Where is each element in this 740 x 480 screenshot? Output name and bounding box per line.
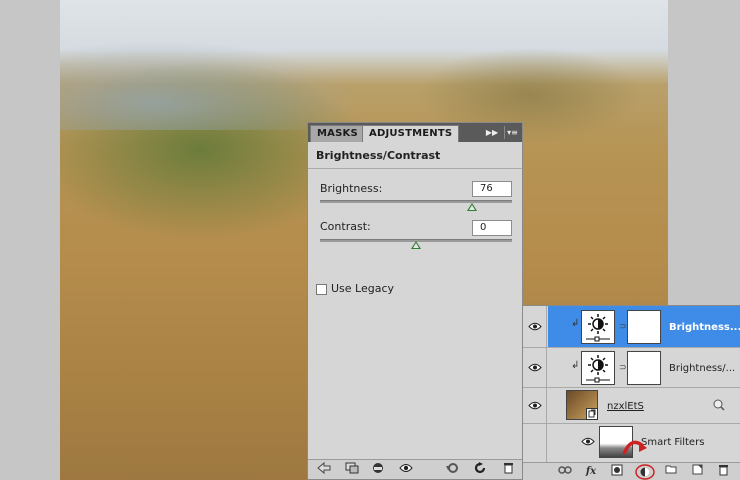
eye-column bbox=[523, 388, 547, 423]
back-arrow-icon[interactable] bbox=[316, 461, 332, 477]
mask-link-icon[interactable]: ⊃ bbox=[619, 362, 627, 374]
use-legacy-checkbox[interactable] bbox=[316, 284, 327, 295]
new-layer-icon[interactable] bbox=[689, 464, 705, 479]
layer-row-brightness-2[interactable]: ↲ ⊃ Brightness/... bbox=[523, 348, 740, 388]
new-group-icon[interactable] bbox=[663, 464, 679, 479]
adjustments-footer bbox=[308, 459, 522, 479]
link-icon[interactable] bbox=[557, 464, 573, 479]
eye-icon[interactable] bbox=[528, 401, 542, 410]
layer-name[interactable]: nzxlEtS bbox=[607, 401, 644, 412]
layer-name[interactable]: Brightness... bbox=[669, 322, 740, 333]
eye-icon[interactable] bbox=[581, 437, 595, 446]
eye-column bbox=[523, 424, 547, 462]
brightness-slider-track[interactable] bbox=[320, 200, 512, 203]
view-previous-icon[interactable] bbox=[370, 462, 386, 477]
layers-footer: fx bbox=[523, 462, 740, 480]
contrast-value-input[interactable]: 0 bbox=[472, 220, 512, 236]
brightness-adjustment-thumbnail[interactable] bbox=[581, 351, 615, 385]
adjustment-title: Brightness/Contrast bbox=[316, 149, 441, 162]
contrast-slider-thumb[interactable] bbox=[411, 241, 421, 249]
clip-arrow-icon: ↲ bbox=[571, 360, 580, 371]
layer-row-smart-filters[interactable]: Smart Filters bbox=[523, 424, 740, 462]
layer-mask-thumbnail[interactable] bbox=[627, 310, 661, 344]
use-legacy-label: Use Legacy bbox=[331, 282, 395, 295]
eye-column bbox=[523, 348, 547, 387]
trash-icon[interactable] bbox=[500, 462, 516, 477]
red-curved-arrow-icon bbox=[622, 440, 647, 455]
eye-icon[interactable] bbox=[528, 363, 542, 372]
contrast-label: Contrast: bbox=[320, 220, 371, 233]
smart-object-badge-icon bbox=[586, 408, 598, 420]
panel-menu-icon[interactable]: ▾≡ bbox=[504, 126, 520, 139]
panel-tab-bar: MASKS ADJUSTMENTS ▶▶ ▾≡ bbox=[308, 123, 522, 142]
layer-mask-thumbnail[interactable] bbox=[627, 351, 661, 385]
visibility-icon[interactable] bbox=[398, 462, 414, 477]
reset-icon[interactable] bbox=[444, 462, 460, 477]
mask-link-icon[interactable]: ⊃ bbox=[619, 321, 627, 333]
layer-name[interactable]: Brightness/... bbox=[669, 363, 735, 374]
brightness-slider-thumb[interactable] bbox=[466, 203, 477, 211]
brightness-adjustment-thumbnail[interactable] bbox=[581, 310, 615, 344]
trash-icon[interactable] bbox=[715, 464, 731, 479]
clip-arrow-icon: ↲ bbox=[571, 318, 580, 329]
eye-column bbox=[523, 306, 547, 347]
tab-masks[interactable]: MASKS bbox=[310, 125, 365, 142]
brightness-value-input[interactable]: 76 bbox=[472, 181, 512, 197]
new-adjustment-icon[interactable] bbox=[635, 464, 655, 480]
layer-name[interactable]: Smart Filters bbox=[641, 437, 704, 448]
smart-object-thumbnail[interactable] bbox=[566, 390, 598, 420]
divider bbox=[308, 168, 522, 169]
add-mask-icon[interactable] bbox=[609, 464, 625, 479]
adjustments-panel: MASKS ADJUSTMENTS ▶▶ ▾≡ Brightness/Contr… bbox=[307, 122, 523, 480]
tab-adjustments[interactable]: ADJUSTMENTS bbox=[362, 125, 460, 142]
fx-icon[interactable]: fx bbox=[583, 464, 599, 479]
eye-icon[interactable] bbox=[528, 322, 542, 331]
brightness-label: Brightness: bbox=[320, 182, 383, 195]
layer-row-brightness-1[interactable]: ↲ ⊃ Brightness... bbox=[523, 306, 740, 348]
collapse-panel-icon[interactable]: ▶▶ bbox=[484, 126, 500, 139]
layer-row-smart-object[interactable]: nzxlEtS bbox=[523, 388, 740, 424]
smart-filter-indicator-icon[interactable] bbox=[713, 399, 725, 411]
clip-to-layer-icon[interactable] bbox=[344, 462, 360, 477]
refresh-icon[interactable] bbox=[472, 462, 488, 477]
layers-panel: ↲ ⊃ Brightness... ↲ ⊃ Brightness/... nzx… bbox=[522, 305, 740, 480]
